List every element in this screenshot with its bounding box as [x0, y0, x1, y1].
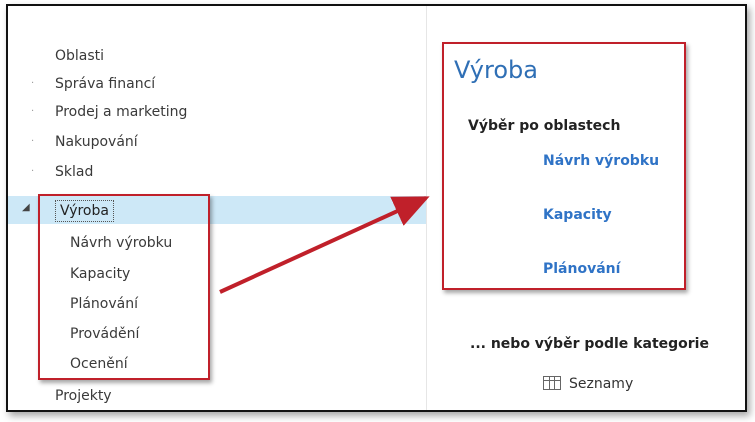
annotation-arrow — [219, 196, 430, 294]
screenshot-frame: Oblasti · Správa financí · Prodej a mark… — [6, 4, 747, 412]
